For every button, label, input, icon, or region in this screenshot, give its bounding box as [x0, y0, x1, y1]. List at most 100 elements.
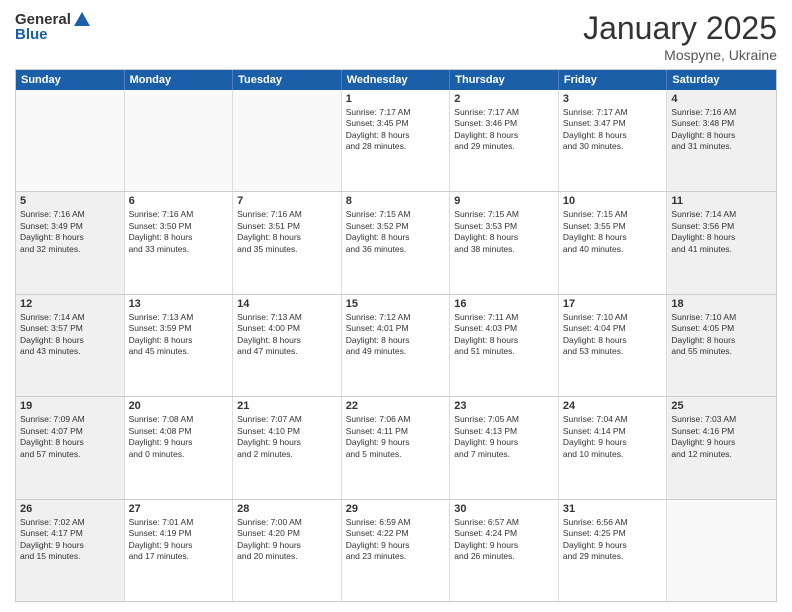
day-number: 22	[346, 400, 446, 412]
calendar-cell: 17Sunrise: 7:10 AM Sunset: 4:04 PM Dayli…	[559, 295, 668, 396]
location: Mospyne, Ukraine	[583, 47, 777, 63]
calendar-cell: 28Sunrise: 7:00 AM Sunset: 4:20 PM Dayli…	[233, 500, 342, 601]
day-number: 14	[237, 298, 337, 310]
day-number: 23	[454, 400, 554, 412]
weekday-header: Monday	[125, 70, 234, 90]
cell-text: Sunrise: 7:08 AM Sunset: 4:08 PM Dayligh…	[129, 414, 229, 460]
day-number: 12	[20, 298, 120, 310]
cell-text: Sunrise: 7:17 AM Sunset: 3:46 PM Dayligh…	[454, 107, 554, 153]
calendar-row: 1 Sunrise: 7:17 AM Sunset: 3:45 PM Daylig…	[16, 90, 776, 191]
calendar-cell: 8 Sunrise: 7:15 AM Sunset: 3:52 PM Daylig…	[342, 192, 451, 293]
calendar-cell	[16, 90, 125, 191]
day-number: 6	[129, 195, 229, 207]
calendar-cell: 29Sunrise: 6:59 AM Sunset: 4:22 PM Dayli…	[342, 500, 451, 601]
cell-text: Sunrise: 7:16 AM Sunset: 3:50 PM Dayligh…	[129, 209, 229, 255]
calendar-cell: 23 Sunrise: 7:05 AM Sunset: 4:13 PM Dayli…	[450, 397, 559, 498]
logo-general-text: General	[15, 11, 71, 28]
calendar-cell: 15 Sunrise: 7:12 AM Sunset: 4:01 PM Dayli…	[342, 295, 451, 396]
day-number: 24	[563, 400, 663, 412]
day-number: 2	[454, 93, 554, 105]
day-number: 20	[129, 400, 229, 412]
calendar-cell: 1 Sunrise: 7:17 AM Sunset: 3:45 PM Daylig…	[342, 90, 451, 191]
cell-text: Sunrise: 7:10 AM Sunset: 4:05 PM Dayligh…	[671, 312, 772, 358]
cell-text: Sunrise: 7:01 AM Sunset: 4:19 PM Dayligh…	[129, 517, 229, 563]
calendar-cell	[233, 90, 342, 191]
calendar-cell: 19Sunrise: 7:09 AM Sunset: 4:07 PM Dayli…	[16, 397, 125, 498]
day-number: 8	[346, 195, 446, 207]
cell-text: Sunrise: 7:15 AM Sunset: 3:55 PM Dayligh…	[563, 209, 663, 255]
day-number: 26	[20, 503, 120, 515]
day-number: 16	[454, 298, 554, 310]
logo: General Blue	[15, 10, 91, 43]
day-number: 30	[454, 503, 554, 515]
calendar-cell: 24Sunrise: 7:04 AM Sunset: 4:14 PM Dayli…	[559, 397, 668, 498]
logo-blue-text: Blue	[15, 26, 48, 43]
calendar-cell: 25Sunrise: 7:03 AM Sunset: 4:16 PM Dayli…	[667, 397, 776, 498]
calendar-cell: 11 Sunrise: 7:14 AM Sunset: 3:56 PM Dayli…	[667, 192, 776, 293]
weekday-header: Tuesday	[233, 70, 342, 90]
day-number: 19	[20, 400, 120, 412]
cell-text: Sunrise: 7:14 AM Sunset: 3:57 PM Dayligh…	[20, 312, 120, 358]
calendar-cell: 4 Sunrise: 7:16 AM Sunset: 3:48 PM Daylig…	[667, 90, 776, 191]
weekday-header: Wednesday	[342, 70, 451, 90]
cell-text: Sunrise: 7:14 AM Sunset: 3:56 PM Dayligh…	[671, 209, 772, 255]
page: General Blue January 2025 Mospyne, Ukrai…	[0, 0, 792, 612]
calendar-header: SundayMondayTuesdayWednesdayThursdayFrid…	[16, 70, 776, 90]
month-title: January 2025	[583, 10, 777, 47]
calendar-cell: 20 Sunrise: 7:08 AM Sunset: 4:08 PM Dayli…	[125, 397, 234, 498]
cell-text: Sunrise: 7:15 AM Sunset: 3:53 PM Dayligh…	[454, 209, 554, 255]
calendar-cell: 9 Sunrise: 7:15 AM Sunset: 3:53 PM Daylig…	[450, 192, 559, 293]
calendar-row: 5Sunrise: 7:16 AM Sunset: 3:49 PM Daylig…	[16, 191, 776, 293]
day-number: 9	[454, 195, 554, 207]
cell-text: Sunrise: 7:17 AM Sunset: 3:47 PM Dayligh…	[563, 107, 663, 153]
calendar-cell: 10 Sunrise: 7:15 AM Sunset: 3:55 PM Dayli…	[559, 192, 668, 293]
cell-text: Sunrise: 7:05 AM Sunset: 4:13 PM Dayligh…	[454, 414, 554, 460]
calendar-cell: 27 Sunrise: 7:01 AM Sunset: 4:19 PM Dayli…	[125, 500, 234, 601]
cell-text: Sunrise: 7:02 AM Sunset: 4:17 PM Dayligh…	[20, 517, 120, 563]
calendar-cell: 7Sunrise: 7:16 AM Sunset: 3:51 PM Daylig…	[233, 192, 342, 293]
calendar-cell: 21Sunrise: 7:07 AM Sunset: 4:10 PM Dayli…	[233, 397, 342, 498]
calendar-cell: 13Sunrise: 7:13 AM Sunset: 3:59 PM Dayli…	[125, 295, 234, 396]
cell-text: Sunrise: 7:16 AM Sunset: 3:51 PM Dayligh…	[237, 209, 337, 255]
weekday-header: Thursday	[450, 70, 559, 90]
cell-text: Sunrise: 7:11 AM Sunset: 4:03 PM Dayligh…	[454, 312, 554, 358]
calendar-cell: 31Sunrise: 6:56 AM Sunset: 4:25 PM Dayli…	[559, 500, 668, 601]
cell-text: Sunrise: 7:06 AM Sunset: 4:11 PM Dayligh…	[346, 414, 446, 460]
day-number: 27	[129, 503, 229, 515]
calendar-cell: 5Sunrise: 7:16 AM Sunset: 3:49 PM Daylig…	[16, 192, 125, 293]
day-number: 1	[346, 93, 446, 105]
day-number: 4	[671, 93, 772, 105]
day-number: 25	[671, 400, 772, 412]
calendar-cell: 3 Sunrise: 7:17 AM Sunset: 3:47 PM Daylig…	[559, 90, 668, 191]
cell-text: Sunrise: 7:16 AM Sunset: 3:49 PM Dayligh…	[20, 209, 120, 255]
calendar-row: 26 Sunrise: 7:02 AM Sunset: 4:17 PM Dayli…	[16, 499, 776, 601]
header: General Blue January 2025 Mospyne, Ukrai…	[15, 10, 777, 63]
day-number: 29	[346, 503, 446, 515]
calendar-cell: 12 Sunrise: 7:14 AM Sunset: 3:57 PM Dayli…	[16, 295, 125, 396]
calendar-cell: 14 Sunrise: 7:13 AM Sunset: 4:00 PM Dayli…	[233, 295, 342, 396]
cell-text: Sunrise: 7:16 AM Sunset: 3:48 PM Dayligh…	[671, 107, 772, 153]
day-number: 17	[563, 298, 663, 310]
day-number: 10	[563, 195, 663, 207]
day-number: 15	[346, 298, 446, 310]
cell-text: Sunrise: 7:00 AM Sunset: 4:20 PM Dayligh…	[237, 517, 337, 563]
day-number: 11	[671, 195, 772, 207]
cell-text: Sunrise: 6:57 AM Sunset: 4:24 PM Dayligh…	[454, 517, 554, 563]
calendar-body: 1 Sunrise: 7:17 AM Sunset: 3:45 PM Daylig…	[16, 90, 776, 601]
cell-text: Sunrise: 7:13 AM Sunset: 4:00 PM Dayligh…	[237, 312, 337, 358]
calendar: SundayMondayTuesdayWednesdayThursdayFrid…	[15, 69, 777, 602]
weekday-header: Saturday	[667, 70, 776, 90]
day-number: 3	[563, 93, 663, 105]
calendar-cell: 30 Sunrise: 6:57 AM Sunset: 4:24 PM Dayli…	[450, 500, 559, 601]
cell-text: Sunrise: 7:15 AM Sunset: 3:52 PM Dayligh…	[346, 209, 446, 255]
weekday-header: Friday	[559, 70, 668, 90]
cell-text: Sunrise: 7:17 AM Sunset: 3:45 PM Dayligh…	[346, 107, 446, 153]
logo-icon	[73, 10, 91, 28]
calendar-cell	[125, 90, 234, 191]
calendar-row: 12 Sunrise: 7:14 AM Sunset: 3:57 PM Dayli…	[16, 294, 776, 396]
day-number: 21	[237, 400, 337, 412]
day-number: 18	[671, 298, 772, 310]
cell-text: Sunrise: 7:12 AM Sunset: 4:01 PM Dayligh…	[346, 312, 446, 358]
cell-text: Sunrise: 6:56 AM Sunset: 4:25 PM Dayligh…	[563, 517, 663, 563]
calendar-cell: 18 Sunrise: 7:10 AM Sunset: 4:05 PM Dayli…	[667, 295, 776, 396]
